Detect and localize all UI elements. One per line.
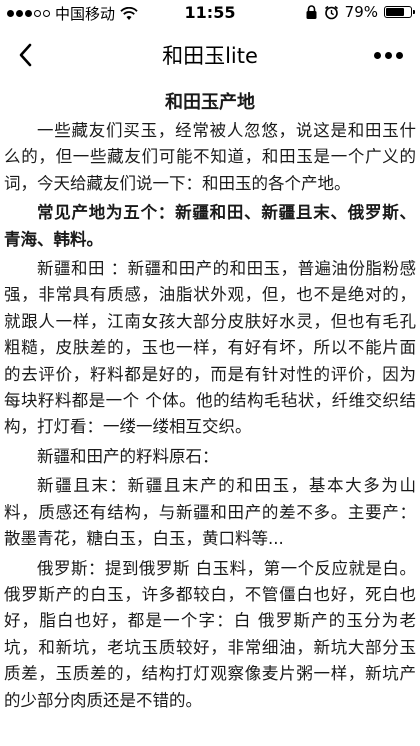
article-paragraph: 俄罗斯：提到俄罗斯 白玉料，第一个反应就是白。俄罗斯产的白玉，许多都较白，不管僵… [4, 558, 416, 710]
nav-title: 和田玉lite [162, 44, 258, 68]
orientation-lock-icon [306, 4, 317, 19]
alarm-icon [324, 5, 338, 19]
status-bar: 中国移动 11:55 79% [0, 0, 420, 26]
more-dots-icon [373, 51, 381, 59]
article-content[interactable]: 和田玉产地 一些藏友们买玉，经常被人忽悠，说这是和田玉什么的，但一些藏友们可能不… [4, 84, 416, 746]
more-button[interactable] [366, 38, 410, 72]
more-dots-icon [395, 51, 403, 59]
article-paragraph-bold: 常见产地为五个：新疆和田、新疆且末、俄罗斯、青海、韩料。 [4, 203, 416, 249]
article-paragraph: 新疆且末：新疆且末产的和田玉，基本大多为山料，质感还有结构，与新疆和田产的差不多… [4, 476, 416, 549]
more-dots-icon [384, 51, 392, 59]
status-right: 79% [305, 3, 415, 21]
article-heading: 和田玉产地 [165, 92, 255, 113]
article-paragraph: 新疆和田产的籽料原石： [37, 446, 219, 466]
battery-icon [384, 6, 415, 18]
article-paragraph: 新疆和田 ：新疆和田产的和田玉，普遍油份脂粉感强，非常具有质感，油脂状外观，但，… [4, 259, 416, 437]
nav-bar: 和田玉lite [0, 26, 420, 84]
battery-fill [386, 8, 404, 16]
article-paragraph: 一些藏友们买玉，经常被人忽悠，说这是和田玉什么的，但一些藏友们可能不知道，和田玉… [4, 121, 416, 193]
battery-percent: 79% [344, 3, 378, 21]
